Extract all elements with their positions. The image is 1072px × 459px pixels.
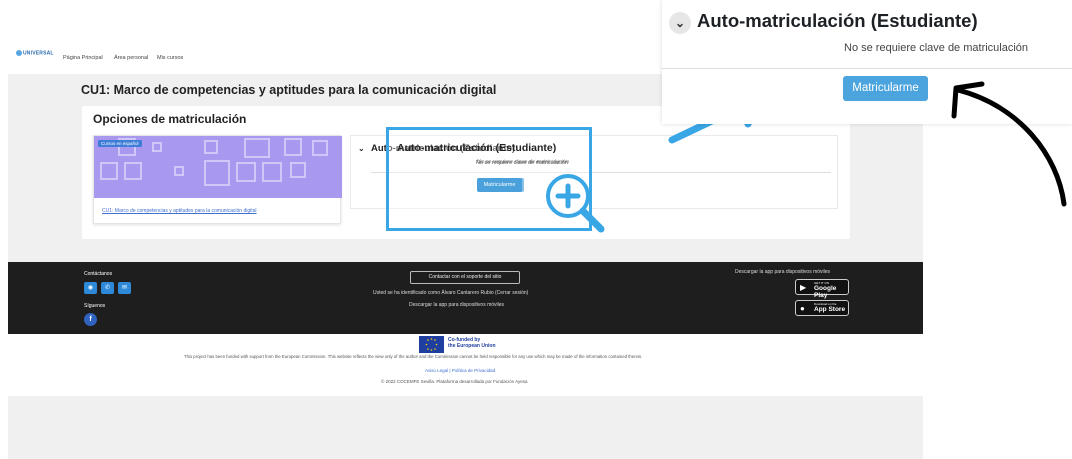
- site-logo[interactable]: UNIVERSAL: [16, 50, 54, 56]
- zoom-panel-enrol-button[interactable]: Matricularme: [843, 76, 928, 101]
- support-button[interactable]: Contactar con el soporte del sitio: [410, 271, 520, 284]
- follow-heading: Síguenos: [84, 303, 106, 309]
- google-play-badge[interactable]: ▶ GET IT ON Google Play: [795, 279, 849, 299]
- eu-funding-area: Co-funded by the European Union This pro…: [8, 334, 923, 396]
- eu-flag-icon: [419, 336, 444, 353]
- google-play-icon: ▶: [800, 283, 807, 292]
- chevron-down-icon[interactable]: ⌄: [669, 12, 691, 34]
- course-link[interactable]: CU1: Marco de competencias y aptitudes p…: [102, 208, 257, 214]
- divider: [662, 68, 1072, 69]
- footer: Contáctanos ◉ ✆ ✉ Síguenos f Contactar c…: [8, 262, 923, 334]
- facebook-icon[interactable]: f: [84, 313, 97, 326]
- funding-disclaimer: This project has been funded with suppor…: [184, 354, 643, 359]
- zoom-enrol-button[interactable]: Matricularme: [477, 178, 522, 192]
- support-button-label: Contactar con el soporte del sitio: [428, 274, 502, 280]
- zoom-panel-title[interactable]: Auto-matriculación (Estudiante): [697, 10, 978, 32]
- copyright: © 2022 COCEMFE Sevilla. Plataforma desar…: [381, 379, 528, 384]
- zoom-no-key-text: No se requiere clave de matriculación: [476, 160, 569, 166]
- zoom-enrol-title: Auto-matriculación (Estudiante): [397, 142, 557, 154]
- legal-links[interactable]: Aviso Legal | Política de Privacidad: [425, 368, 495, 373]
- app-heading: Descargar la app para dispositivos móvil…: [735, 269, 831, 275]
- course-card[interactable]: Cursos en español CU1: Marco de competen…: [93, 135, 342, 224]
- identified-text: Usted se ha identificado como Álvaro Can…: [373, 290, 529, 296]
- app-download-link[interactable]: Descargar la app para dispositivos móvil…: [409, 302, 504, 308]
- contact-heading: Contáctanos: [84, 271, 113, 277]
- apple-icon: ●: [800, 304, 805, 313]
- site-logo-text: UNIVERSAL: [23, 50, 54, 57]
- page-title: CU1: Marco de competencias y aptitudes p…: [81, 83, 497, 97]
- stage: UNIVERSAL Página Principal Área personal…: [0, 0, 1072, 459]
- nav-personal-area[interactable]: Área personal: [114, 55, 148, 61]
- magnifier-plus-icon: [546, 174, 605, 233]
- category-badge: Cursos en español: [98, 140, 142, 147]
- whatsapp-icon[interactable]: ◉: [84, 282, 97, 294]
- email-icon[interactable]: ✉: [118, 282, 131, 294]
- phone-icon[interactable]: ✆: [101, 282, 114, 294]
- nav-my-courses[interactable]: Mis cursos: [157, 55, 183, 61]
- eu-cofunded-text: Co-funded by the European Union: [448, 337, 496, 349]
- arrow-icon: [951, 81, 1067, 207]
- google-play-label: Google Play: [814, 285, 837, 299]
- course-image: Cursos en español: [94, 136, 342, 198]
- enrolment-options-heading: Opciones de matriculación: [93, 112, 247, 126]
- app-store-label: App Store: [814, 306, 846, 313]
- app-store-badge[interactable]: ● Download on the App Store: [795, 300, 849, 316]
- chevron-down-icon[interactable]: ⌄: [358, 144, 365, 153]
- zoom-panel-no-key-text: No se requiere clave de matriculación: [844, 42, 1029, 54]
- eu-line-2: the European Union: [448, 343, 496, 349]
- nav-home[interactable]: Página Principal: [63, 55, 103, 61]
